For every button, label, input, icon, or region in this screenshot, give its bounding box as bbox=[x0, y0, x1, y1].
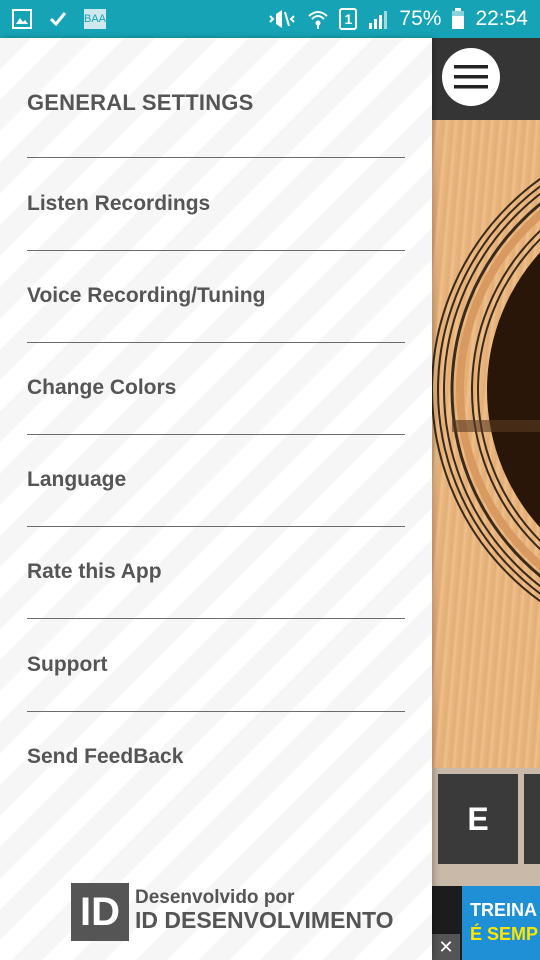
ad-image bbox=[462, 886, 540, 960]
app-topbar bbox=[432, 38, 540, 120]
divider bbox=[27, 342, 405, 343]
divider bbox=[27, 526, 405, 527]
check-icon bbox=[48, 9, 68, 29]
id-logo: ID bbox=[71, 883, 129, 941]
image-icon bbox=[12, 9, 32, 29]
background-app: E TREINA É SEMP ✕ bbox=[432, 38, 540, 960]
ad-banner[interactable]: TREINA É SEMP ✕ bbox=[432, 886, 540, 960]
sim-icon: 1 bbox=[339, 8, 358, 30]
divider bbox=[27, 711, 405, 712]
clock: 22:54 bbox=[475, 7, 528, 30]
guitar-body-image bbox=[432, 120, 540, 768]
id-logo-text: ID bbox=[80, 889, 120, 934]
divider bbox=[27, 157, 405, 158]
battery-percent: 75% bbox=[399, 7, 442, 30]
status-bar: BAA 1 75% 22:54 bbox=[0, 0, 540, 38]
menu-item-rate-app[interactable]: Rate this App bbox=[27, 547, 405, 597]
mute-icon bbox=[267, 8, 297, 30]
ad-text-line1: TREINA bbox=[470, 900, 537, 920]
divider bbox=[27, 250, 405, 251]
sim-slot-label: 1 bbox=[344, 11, 353, 27]
menu-item-voice-recording-tuning[interactable]: Voice Recording/Tuning bbox=[27, 271, 405, 321]
app-icon: BAA bbox=[84, 9, 106, 29]
note-selector: E bbox=[432, 768, 540, 886]
menu-item-listen-recordings[interactable]: Listen Recordings bbox=[27, 179, 405, 229]
ad-text-line2: É SEMP bbox=[470, 924, 539, 944]
app-icon-label: BAA bbox=[84, 13, 107, 25]
note-key-e[interactable]: E bbox=[438, 774, 518, 864]
ad-close-label: ✕ bbox=[438, 936, 454, 957]
credit-line1: Desenvolvido por bbox=[135, 887, 295, 908]
divider bbox=[27, 434, 405, 435]
signal-icon bbox=[367, 8, 389, 30]
wifi-icon bbox=[307, 8, 329, 30]
note-key-label: E bbox=[467, 800, 489, 837]
hamburger-menu-icon[interactable] bbox=[442, 48, 500, 106]
navigation-drawer: GENERAL SETTINGS Listen Recordings Voice… bbox=[0, 38, 432, 960]
menu-item-support[interactable]: Support bbox=[27, 640, 405, 690]
menu-item-language[interactable]: Language bbox=[27, 455, 405, 505]
menu-item-change-colors[interactable]: Change Colors bbox=[27, 363, 405, 413]
drawer-title: GENERAL SETTINGS bbox=[27, 90, 254, 115]
ad-close-icon[interactable]: ✕ bbox=[432, 934, 460, 960]
menu-item-send-feedback[interactable]: Send FeedBack bbox=[27, 732, 405, 782]
credit-line2: ID DESENVOLVIMENTO bbox=[135, 907, 394, 933]
note-key-next[interactable] bbox=[524, 774, 540, 864]
developer-credit: ID Desenvolvido por ID DESENVOLVIMENTO bbox=[71, 883, 394, 943]
divider bbox=[27, 618, 405, 619]
battery-icon bbox=[451, 8, 465, 30]
